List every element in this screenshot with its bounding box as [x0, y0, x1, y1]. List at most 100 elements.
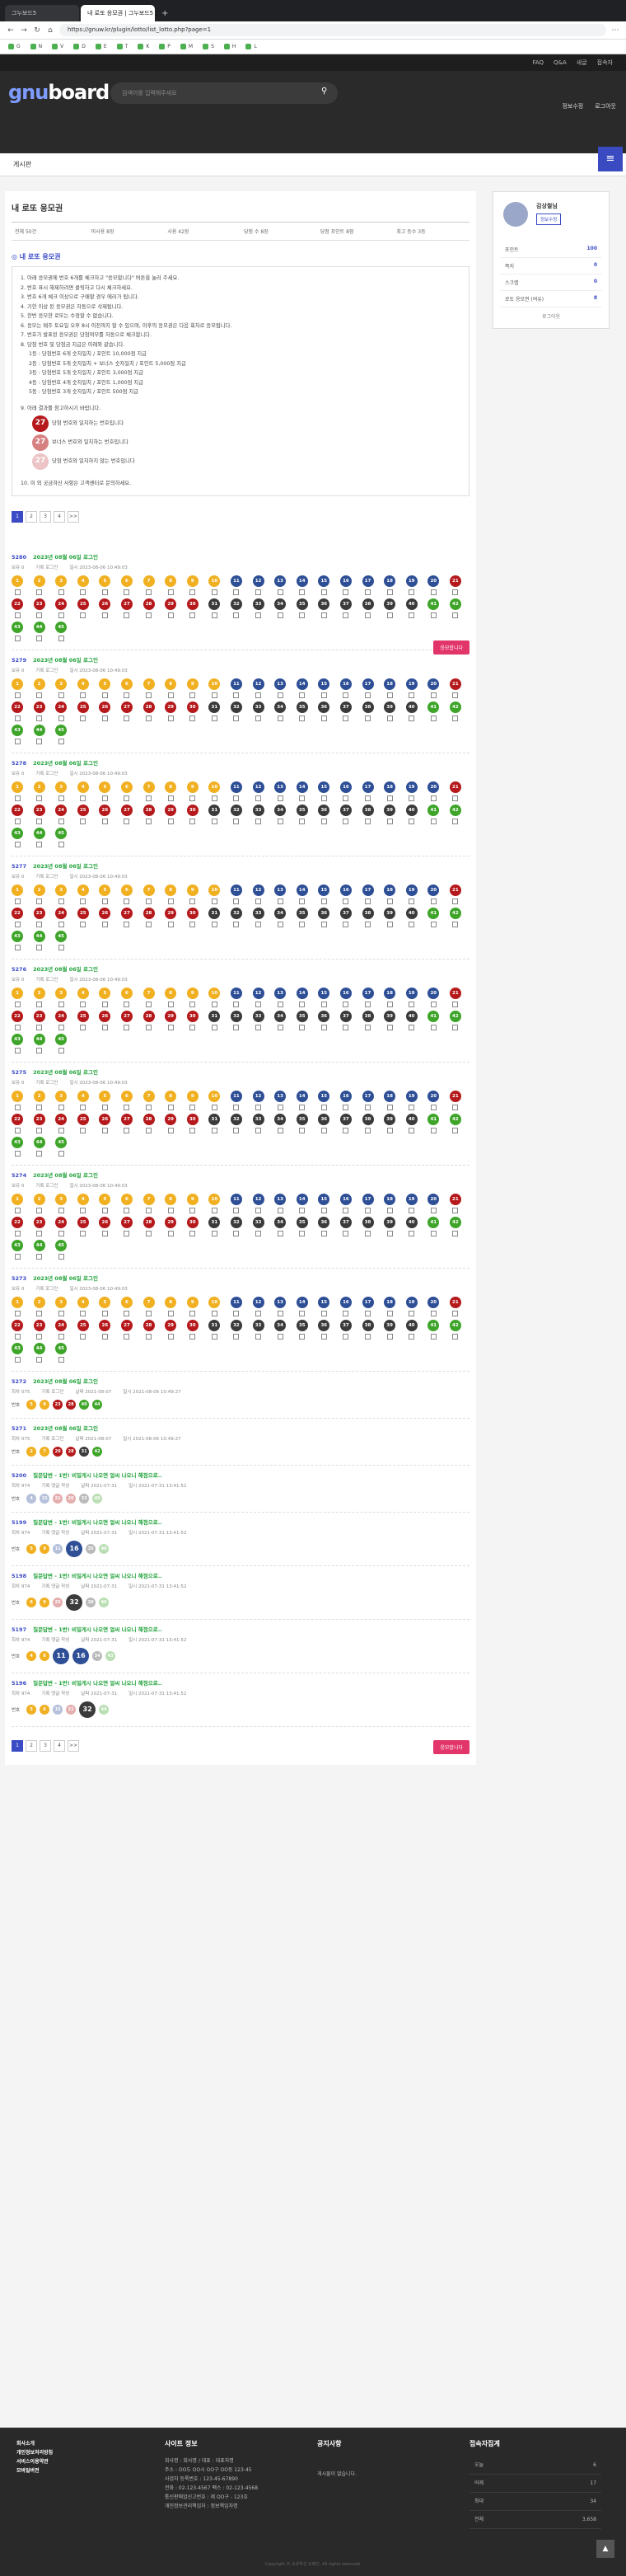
sidebar-item-memo[interactable]: 쪽지 0 — [500, 258, 602, 274]
number-checkbox[interactable] — [299, 1001, 306, 1007]
lotto-ball[interactable]: 31 — [208, 1216, 221, 1228]
avatar[interactable] — [503, 202, 528, 227]
lotto-ball[interactable]: 21 — [449, 1090, 461, 1102]
ticket-header[interactable]: 5271 2023년 08월 06일 로그인 — [12, 1424, 470, 1432]
number-checkbox[interactable] — [58, 1150, 64, 1157]
lotto-ball[interactable]: 18 — [384, 678, 396, 690]
number-checkbox[interactable] — [452, 1001, 459, 1007]
number-checkbox[interactable] — [255, 921, 262, 927]
lotto-ball[interactable]: 21 — [449, 781, 461, 793]
number-checkbox[interactable] — [146, 1024, 152, 1030]
number-checkbox[interactable] — [430, 1104, 437, 1110]
lotto-ball[interactable]: 5 — [99, 678, 111, 690]
number-checkbox[interactable] — [211, 818, 217, 824]
lotto-ball[interactable]: 20 — [427, 987, 440, 999]
number-checkbox[interactable] — [124, 1024, 130, 1030]
number-checkbox[interactable] — [211, 1104, 217, 1110]
lotto-ball[interactable]: 42 — [449, 1216, 461, 1228]
number-checkbox[interactable] — [343, 795, 349, 801]
number-checkbox[interactable] — [58, 1333, 64, 1340]
lotto-ball[interactable]: 32 — [230, 1216, 242, 1228]
number-checkbox[interactable] — [365, 818, 371, 824]
number-checkbox[interactable] — [101, 715, 108, 721]
number-checkbox[interactable] — [58, 1207, 64, 1213]
number-checkbox[interactable] — [255, 589, 262, 595]
number-checkbox[interactable] — [299, 1310, 306, 1316]
number-checkbox[interactable] — [14, 1001, 21, 1007]
lotto-ball[interactable]: 32 — [230, 907, 242, 919]
lotto-ball[interactable]: 4 — [77, 678, 89, 690]
number-checkbox[interactable] — [452, 715, 459, 721]
number-checkbox[interactable] — [386, 1024, 393, 1030]
lotto-ball[interactable]: 14 — [296, 1193, 308, 1205]
ticket-header[interactable]: 5272 2023년 08월 06일 로그인 — [12, 1377, 470, 1385]
number-checkbox[interactable] — [277, 612, 283, 618]
lotto-ball[interactable]: 19 — [405, 678, 418, 690]
number-checkbox[interactable] — [452, 818, 459, 824]
ticket-header[interactable]: 5273 2023년 08월 06일 로그인 — [12, 1274, 470, 1282]
lotto-ball[interactable]: 2 — [33, 1193, 45, 1205]
number-checkbox[interactable] — [386, 1207, 393, 1213]
number-checkbox[interactable] — [101, 612, 108, 618]
lotto-ball[interactable]: 27 — [120, 598, 133, 610]
number-checkbox[interactable] — [299, 818, 306, 824]
number-checkbox[interactable] — [277, 1024, 283, 1030]
lotto-ball[interactable]: 39 — [384, 1319, 396, 1331]
number-checkbox[interactable] — [386, 1310, 393, 1316]
lotto-ball[interactable]: 26 — [99, 804, 111, 816]
ticket-header[interactable]: 5198 질문답변 - 1번! 비밀게시 나오면 얼씨 나오니 해점으로.. — [12, 1571, 470, 1579]
number-checkbox[interactable] — [409, 1127, 415, 1133]
number-checkbox[interactable] — [320, 715, 327, 721]
lotto-ball[interactable]: 37 — [339, 598, 352, 610]
number-checkbox[interactable] — [299, 1207, 306, 1213]
bookmark-item[interactable]: S — [203, 44, 214, 49]
lotto-ball[interactable]: 35 — [296, 1113, 308, 1125]
lotto-ball[interactable]: 1 — [12, 884, 23, 896]
lotto-ball[interactable]: 24 — [55, 701, 68, 713]
lotto-ball[interactable]: 3 — [55, 884, 68, 896]
number-checkbox[interactable] — [386, 589, 393, 595]
lotto-ball[interactable]: 21 — [449, 575, 461, 587]
lotto-ball[interactable]: 22 — [12, 1216, 23, 1228]
number-checkbox[interactable] — [365, 921, 371, 927]
number-checkbox[interactable] — [58, 818, 64, 824]
number-checkbox[interactable] — [36, 1127, 43, 1133]
lotto-ball[interactable]: 29 — [165, 1216, 177, 1228]
number-checkbox[interactable] — [365, 1104, 371, 1110]
number-checkbox[interactable] — [386, 1127, 393, 1133]
lotto-ball[interactable]: 34 — [274, 804, 287, 816]
lotto-ball[interactable]: 9 — [186, 1193, 199, 1205]
number-checkbox[interactable] — [343, 589, 349, 595]
lotto-ball[interactable]: 37 — [339, 1216, 352, 1228]
number-checkbox[interactable] — [36, 841, 43, 847]
number-checkbox[interactable] — [386, 1104, 393, 1110]
lotto-ball[interactable]: 38 — [362, 804, 374, 816]
lotto-ball[interactable]: 3 — [55, 987, 68, 999]
lotto-ball[interactable]: 3 — [55, 575, 68, 587]
number-checkbox[interactable] — [320, 1104, 327, 1110]
lotto-ball[interactable]: 18 — [384, 987, 396, 999]
lotto-ball[interactable]: 25 — [77, 1010, 89, 1022]
lotto-ball[interactable]: 9 — [186, 987, 199, 999]
number-checkbox[interactable] — [167, 1127, 174, 1133]
number-checkbox[interactable] — [14, 1333, 21, 1340]
number-checkbox[interactable] — [430, 589, 437, 595]
number-checkbox[interactable] — [343, 1310, 349, 1316]
lotto-ball[interactable]: 24 — [55, 1010, 68, 1022]
number-checkbox[interactable] — [255, 1230, 262, 1236]
page-2[interactable]: 2 — [26, 510, 37, 523]
number-checkbox[interactable] — [101, 1001, 108, 1007]
lotto-ball[interactable]: 19 — [405, 987, 418, 999]
lotto-ball[interactable]: 7 — [142, 781, 155, 793]
lotto-ball[interactable]: 37 — [339, 907, 352, 919]
lotto-ball[interactable]: 19 — [405, 781, 418, 793]
lotto-ball[interactable]: 36 — [318, 1216, 330, 1228]
lotto-ball[interactable]: 31 — [208, 1319, 221, 1331]
number-checkbox[interactable] — [14, 818, 21, 824]
lotto-ball[interactable]: 41 — [427, 804, 440, 816]
number-checkbox[interactable] — [80, 692, 86, 698]
number-checkbox[interactable] — [167, 1104, 174, 1110]
number-checkbox[interactable] — [299, 1024, 306, 1030]
lotto-ball[interactable]: 13 — [274, 781, 287, 793]
lotto-ball[interactable]: 20 — [427, 1193, 440, 1205]
